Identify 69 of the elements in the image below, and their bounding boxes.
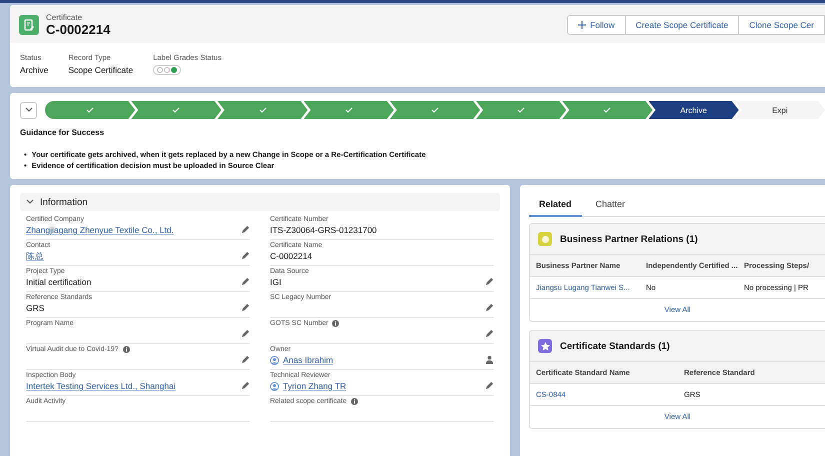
edit-button[interactable] (241, 381, 250, 390)
edit-button[interactable] (241, 355, 250, 364)
highlight-value: Archive (20, 65, 48, 75)
guidance-title: Guidance for Success (20, 128, 106, 137)
edit-button[interactable] (241, 329, 250, 338)
check-icon (344, 107, 353, 113)
action-button[interactable]: Follow (567, 15, 626, 35)
related-list-title: Certificate Standards (1) (560, 340, 670, 352)
chevron-down-icon (24, 107, 32, 113)
field-link[interactable]: Tyrion Zhang TR (283, 381, 346, 391)
edit-button[interactable] (485, 381, 494, 390)
path-stage[interactable]: Expi (734, 101, 825, 119)
edit-button[interactable] (241, 225, 250, 234)
pencil-icon (241, 277, 250, 286)
field-value: GRS (26, 303, 44, 313)
certificate-icon (19, 15, 39, 35)
field-link[interactable]: Intertek Testing Services Ltd., Shanghai (26, 381, 176, 391)
edit-button[interactable] (241, 303, 250, 312)
action-button[interactable]: Create Scope Certificate (624, 15, 740, 35)
field-link[interactable]: Anas Ibrahim (283, 355, 334, 365)
status-indicator (153, 65, 182, 75)
pencil-icon (241, 329, 250, 338)
path-stage[interactable] (476, 101, 566, 119)
related-list-title: Business Partner Relations (1) (560, 234, 698, 244)
pencil-icon (485, 329, 494, 338)
edit-button[interactable] (485, 329, 494, 338)
field-value: Initial certification (26, 277, 92, 287)
edit-button[interactable] (485, 277, 494, 286)
path-stage[interactable] (390, 101, 480, 119)
plus-icon (578, 21, 586, 29)
check-icon (258, 107, 267, 113)
pencil-icon (241, 303, 250, 312)
path-stage[interactable] (562, 101, 653, 119)
collapse-toggle[interactable] (20, 102, 37, 118)
field-value: ITS-Z30064-GRS-01231700 (270, 225, 377, 235)
path-stage[interactable]: Archive (648, 101, 739, 119)
path-stage[interactable] (131, 101, 222, 119)
chevron-icon (26, 199, 34, 205)
edit-button[interactable] (485, 303, 494, 312)
pencil-icon (485, 381, 494, 390)
tab[interactable]: Chatter (586, 193, 636, 217)
section-header[interactable]: Information (20, 193, 500, 211)
check-icon (86, 107, 94, 113)
object-type: Certificate (46, 13, 84, 22)
pencil-icon (241, 355, 250, 364)
field-link[interactable]: Zhangjiagang Zhenyue Textile Co., Ltd. (26, 225, 174, 235)
record-title: C-0002214 (46, 22, 110, 37)
check-icon (172, 107, 180, 113)
path-stage[interactable] (217, 101, 308, 119)
tab[interactable]: Related (529, 193, 582, 217)
pencil-icon (485, 303, 494, 312)
field-link[interactable]: 陈总 (26, 251, 44, 263)
field-value: IGI (270, 277, 282, 287)
highlight-value: Scope Certificate (68, 65, 134, 75)
pencil-icon (485, 277, 494, 286)
user-avatar-icon (270, 382, 279, 390)
check-icon (603, 107, 612, 113)
path-stage[interactable] (304, 101, 394, 119)
pencil-icon (241, 381, 250, 390)
edit-button[interactable] (241, 251, 250, 260)
pencil-icon (241, 251, 250, 260)
field-value: C-0002214 (270, 251, 312, 261)
user-avatar-icon (270, 356, 279, 364)
path-stage[interactable] (45, 101, 136, 119)
check-icon (430, 107, 439, 113)
check-icon (517, 107, 526, 113)
pencil-icon (241, 225, 250, 234)
edit-button[interactable] (241, 277, 250, 286)
action-button[interactable]: Clone Scope Cer (738, 15, 825, 35)
